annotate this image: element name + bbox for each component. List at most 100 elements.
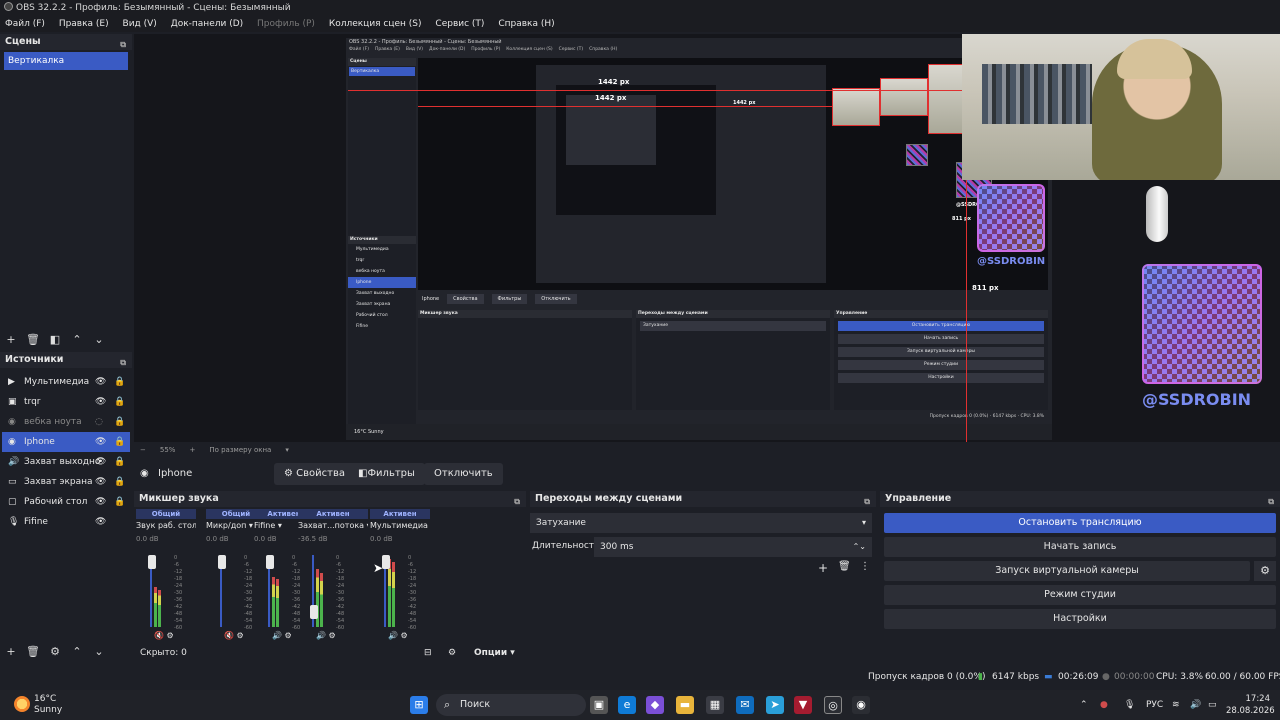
eye-icon[interactable]: 👁 <box>95 472 106 492</box>
volume-slider-knob[interactable] <box>218 555 226 569</box>
gear-icon[interactable]: ⚙ <box>44 642 66 662</box>
record-tray-icon[interactable]: ● <box>1100 690 1108 720</box>
speaker-icon[interactable]: 🔊 <box>316 631 326 640</box>
trash-icon[interactable]: 🗑 <box>838 561 851 572</box>
language-indicator[interactable]: РУС <box>1146 690 1163 720</box>
weather-widget[interactable]: 16°C Sunny <box>14 694 62 716</box>
source-item-screen-capture[interactable]: ▭ Захват экрана 👁 🔒 <box>2 472 130 492</box>
more-icon[interactable]: ⋮ <box>860 561 870 572</box>
undock-icon[interactable]: ⧉ <box>1268 494 1274 510</box>
chevron-down-icon[interactable]: ▾ <box>285 446 289 454</box>
source-item-desktop[interactable]: ▢ Рабочий стол 👁 🔒 <box>2 492 130 512</box>
eye-icon[interactable]: 👁 <box>95 492 106 512</box>
arrow-down-icon[interactable]: ⌄ <box>88 642 110 662</box>
scene-item-vertikalka[interactable]: Вертикалка <box>4 52 128 70</box>
undock-icon[interactable]: ⧉ <box>120 37 126 53</box>
speaker-icon[interactable]: 🔊 <box>388 631 398 640</box>
start-record-button[interactable]: Начать запись <box>884 537 1276 557</box>
add-icon[interactable]: + <box>0 642 22 662</box>
menu-file[interactable]: Файл (F) <box>5 19 45 29</box>
trash-icon[interactable]: 🗑 <box>22 642 44 662</box>
source-item-media[interactable]: ▶ Мультимедиа 👁 🔒 <box>2 372 130 392</box>
app-icon[interactable]: ▦ <box>706 696 724 714</box>
eye-icon[interactable]: 👁 <box>95 452 106 472</box>
studio-mode-button[interactable]: Режим студии <box>884 585 1276 605</box>
volume-icon[interactable]: 🔊 <box>1190 690 1201 720</box>
source-item-laptop-cam[interactable]: ◉ вебка ноута ◌ 🔒 <box>2 412 130 432</box>
mic-tray-icon[interactable]: 🎙 <box>1124 690 1135 720</box>
battery-icon[interactable]: ▭ <box>1208 690 1217 720</box>
virtual-camera-button[interactable]: Запуск виртуальной камеры <box>884 561 1250 581</box>
eye-icon[interactable]: 👁 <box>95 372 106 392</box>
menu-edit[interactable]: Правка (E) <box>59 19 109 29</box>
speaker-muted-icon[interactable]: 🔇 <box>224 631 234 640</box>
speaker-muted-icon[interactable]: 🔇 <box>154 631 164 640</box>
eye-icon[interactable]: 👁 <box>95 512 106 532</box>
menu-help[interactable]: Справка (H) <box>498 19 554 29</box>
telegram-icon[interactable]: ➤ <box>766 696 784 714</box>
lock-icon[interactable]: 🔒 <box>114 432 125 452</box>
settings-button[interactable]: Настройки <box>884 609 1276 629</box>
layout-icon[interactable]: ⊟ <box>424 643 432 663</box>
clock[interactable]: 17:24 28.08.2026 <box>1226 693 1275 717</box>
store-icon[interactable]: ◆ <box>646 696 664 714</box>
add-icon[interactable]: + <box>0 330 22 350</box>
channel-settings-icon[interactable]: ⚙ <box>401 631 408 640</box>
stop-stream-button[interactable]: Остановить трансляцию <box>884 513 1276 533</box>
lock-icon[interactable]: 🔒 <box>114 492 125 512</box>
menu-tools[interactable]: Сервис (T) <box>435 19 484 29</box>
arrow-up-icon[interactable]: ⌃ <box>66 642 88 662</box>
menu-profile[interactable]: Профиль (P) <box>257 19 315 29</box>
arrow-down-icon[interactable]: ⌄ <box>88 330 110 350</box>
eye-off-icon[interactable]: ◌ <box>95 412 103 432</box>
virtual-camera-gear-icon[interactable]: ⚙ <box>1254 561 1276 581</box>
duration-spinbox[interactable]: 300 ms ⌃⌄ <box>594 537 872 557</box>
channel-name[interactable]: Звук раб. стола ▾ <box>136 519 196 533</box>
menu-docks[interactable]: Док-панели (D) <box>171 19 243 29</box>
options-button[interactable]: Опции ▾ <box>474 643 515 663</box>
preview-canvas[interactable]: OBS 32.2.2 - Профиль: Безымянный - Сцены… <box>134 34 1280 442</box>
deactivate-button[interactable]: Отключить <box>424 463 503 485</box>
menu-scene-collection[interactable]: Коллекция сцен (S) <box>329 19 422 29</box>
volume-slider-knob[interactable] <box>310 605 318 619</box>
obs-icon[interactable]: ◉ <box>852 696 870 714</box>
lock-icon[interactable]: 🔒 <box>114 372 125 392</box>
channel-settings-icon[interactable]: ⚙ <box>167 631 174 640</box>
speaker-icon[interactable]: 🔊 <box>272 631 282 640</box>
lock-icon[interactable]: 🔒 <box>114 412 125 432</box>
settings-icon[interactable]: ⚙ <box>448 643 456 663</box>
undock-icon[interactable]: ⧉ <box>864 494 870 510</box>
channel-settings-icon[interactable]: ⚙ <box>285 631 292 640</box>
menu-view[interactable]: Вид (V) <box>123 19 157 29</box>
zoom-out-icon[interactable]: − <box>140 446 146 454</box>
arrow-up-icon[interactable]: ⌃ <box>66 330 88 350</box>
tray-chevron-icon[interactable]: ⌃ <box>1080 690 1088 720</box>
fit-mode[interactable]: По размеру окна <box>209 446 271 454</box>
obs-icon[interactable]: ◎ <box>824 696 842 714</box>
filter-icon[interactable]: ◧ <box>44 330 66 350</box>
channel-settings-icon[interactable]: ⚙ <box>237 631 244 640</box>
source-item-trqr[interactable]: ▣ trqr 👁 🔒 <box>2 392 130 412</box>
lock-icon[interactable]: 🔒 <box>114 452 125 472</box>
task-view-icon[interactable]: ▣ <box>590 696 608 714</box>
zoom-in-icon[interactable]: + <box>189 446 195 454</box>
channel-settings-icon[interactable]: ⚙ <box>329 631 336 640</box>
add-icon[interactable]: + <box>818 561 828 575</box>
volume-slider-knob[interactable] <box>266 555 274 569</box>
folder-icon[interactable]: ▬ <box>676 696 694 714</box>
trash-icon[interactable]: 🗑 <box>22 330 44 350</box>
volume-slider-knob[interactable] <box>382 555 390 569</box>
taskbar-search[interactable]: ⌕ Поиск <box>436 694 586 716</box>
transition-select[interactable]: Затухание ▾ <box>530 513 872 533</box>
filters-button[interactable]: ◧Фильтры <box>348 463 425 485</box>
undock-icon[interactable]: ⧉ <box>514 494 520 510</box>
eye-icon[interactable]: 👁 <box>95 392 106 412</box>
channel-name[interactable]: Мультимедиа ▾ <box>370 519 430 533</box>
eye-icon[interactable]: 👁 <box>95 432 106 452</box>
edge-icon[interactable]: e <box>618 696 636 714</box>
shield-app-icon[interactable]: ▼ <box>794 696 812 714</box>
wifi-icon[interactable]: ≋ <box>1172 690 1180 720</box>
undock-icon[interactable]: ⧉ <box>120 355 126 371</box>
spin-arrows-icon[interactable]: ⌃⌄ <box>853 537 866 557</box>
lock-icon[interactable]: 🔒 <box>114 472 125 492</box>
